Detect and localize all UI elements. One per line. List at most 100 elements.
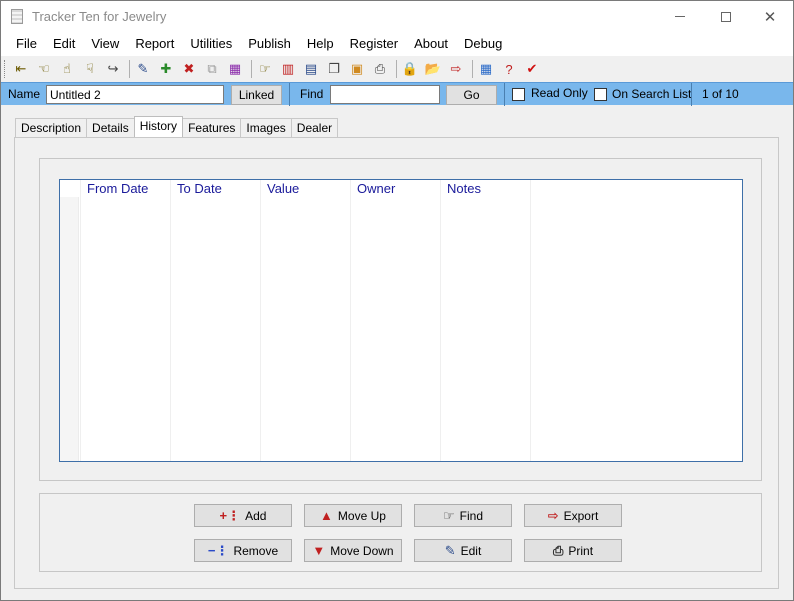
name-input[interactable]: Untitled 2 bbox=[46, 85, 224, 104]
toolbar-separator bbox=[396, 60, 397, 78]
menu-about[interactable]: About bbox=[406, 32, 456, 56]
first-record-icon[interactable]: ⇤ bbox=[11, 59, 31, 79]
history-grid-group: From Date To Date Value Owner Notes bbox=[39, 158, 762, 481]
linked-button[interactable]: Linked bbox=[231, 85, 282, 105]
menu-edit[interactable]: Edit bbox=[45, 32, 83, 56]
jump-record-icon[interactable]: ↪ bbox=[103, 59, 123, 79]
add-button-label: Add bbox=[245, 508, 267, 523]
menu-report[interactable]: Report bbox=[127, 32, 182, 56]
window-title: Tracker Ten for Jewelry bbox=[32, 9, 167, 24]
name-bar: Name Untitled 2 Linked Find Go Read Only… bbox=[1, 82, 793, 106]
move-up-button[interactable]: ▲ Move Up bbox=[304, 504, 402, 527]
history-grid[interactable]: From Date To Date Value Owner Notes bbox=[59, 179, 743, 462]
checkmark-icon[interactable]: ✔ bbox=[522, 59, 542, 79]
column-header-owner[interactable]: Owner bbox=[357, 181, 395, 197]
print-button[interactable]: ⎙ Print bbox=[524, 539, 622, 562]
search-list-checkbox[interactable] bbox=[594, 88, 607, 101]
column-divider bbox=[170, 180, 171, 461]
divider bbox=[289, 83, 290, 106]
chart-icon[interactable]: ▥ bbox=[278, 59, 298, 79]
menu-publish[interactable]: Publish bbox=[240, 32, 299, 56]
find-input[interactable] bbox=[330, 85, 440, 104]
history-actions-group: +⋮ Add ▲ Move Up ☞ Find ⇨ Export −⋮ Remo… bbox=[39, 493, 762, 572]
tab-dealer[interactable]: Dealer bbox=[290, 118, 339, 137]
tab-features[interactable]: Features bbox=[182, 118, 242, 137]
tab-history[interactable]: History bbox=[133, 116, 184, 137]
column-header-to-date[interactable]: To Date bbox=[177, 181, 222, 197]
copy-record-icon[interactable]: ⧉ bbox=[202, 59, 222, 79]
remove-button[interactable]: −⋮ Remove bbox=[194, 539, 292, 562]
move-up-button-label: Move Up bbox=[337, 508, 386, 523]
print-icon[interactable]: ⎙ bbox=[370, 59, 390, 79]
lock-icon[interactable]: 🔒 bbox=[400, 59, 420, 79]
export-button[interactable]: ⇨ Export bbox=[524, 504, 622, 527]
export-icon[interactable]: ⇨ bbox=[446, 59, 466, 79]
menu-debug[interactable]: Debug bbox=[456, 32, 510, 56]
add-button[interactable]: +⋮ Add bbox=[194, 504, 292, 527]
menu-register[interactable]: Register bbox=[342, 32, 406, 56]
edit-button[interactable]: ✎ Edit bbox=[414, 539, 512, 562]
column-divider bbox=[80, 180, 81, 461]
fields-icon[interactable]: ▦ bbox=[225, 59, 245, 79]
table-icon[interactable]: ▤ bbox=[301, 59, 321, 79]
maximize-icon bbox=[721, 11, 731, 22]
find-label: Find bbox=[300, 87, 324, 101]
menu-file[interactable]: File bbox=[1, 32, 45, 56]
app-icon bbox=[11, 9, 23, 24]
title-bar: Tracker Ten for Jewelry ✕ bbox=[1, 1, 793, 32]
previous-record-icon[interactable]: ☜ bbox=[34, 59, 54, 79]
search-list-label[interactable]: On Search List bbox=[612, 87, 691, 101]
toolbar: ⇤ ☜ ☝ ☟ ↪ ✎ ✚ ✖ ⧉ ▦ ☞ ▥ ▤ ❐ ▣ ⎙ 🔒 📂 ⇨ ▦? ✔ bbox=[1, 56, 793, 82]
toolbar-grip[interactable] bbox=[4, 60, 7, 78]
export-icon: ⇨ bbox=[547, 507, 559, 523]
delete-record-icon[interactable]: ✖ bbox=[179, 59, 199, 79]
divider bbox=[504, 83, 505, 106]
search-icon[interactable]: ☞ bbox=[255, 59, 275, 79]
record-counter: 1 of 10 bbox=[702, 87, 739, 101]
grid-row-header bbox=[60, 197, 79, 461]
move-down-button-label: Move Down bbox=[330, 543, 394, 558]
column-divider bbox=[530, 180, 531, 461]
arrow-down-icon: ▼ bbox=[312, 543, 326, 558]
history-tab-panel: From Date To Date Value Owner Notes +⋮ A… bbox=[14, 137, 779, 589]
new-record-icon[interactable]: ✚ bbox=[156, 59, 176, 79]
close-button[interactable]: ✕ bbox=[747, 1, 793, 32]
move-down-button[interactable]: ▼ Move Down bbox=[304, 539, 402, 562]
find-button-label: Find bbox=[459, 508, 483, 523]
menu-utilities[interactable]: Utilities bbox=[182, 32, 240, 56]
edit-button-label: Edit bbox=[460, 543, 482, 558]
minimize-icon bbox=[675, 16, 685, 17]
read-only-checkbox[interactable] bbox=[512, 88, 525, 101]
tab-images[interactable]: Images bbox=[240, 118, 292, 137]
remove-button-label: Remove bbox=[233, 543, 279, 558]
image-icon[interactable]: ▣ bbox=[347, 59, 367, 79]
report-icon[interactable]: ❐ bbox=[324, 59, 344, 79]
edit-icon: ✎ bbox=[444, 542, 456, 558]
go-button[interactable]: Go bbox=[446, 85, 497, 105]
minimize-button[interactable] bbox=[657, 1, 703, 32]
next-record-icon[interactable]: ☝ bbox=[57, 59, 77, 79]
column-header-value[interactable]: Value bbox=[267, 181, 299, 197]
read-only-label[interactable]: Read Only bbox=[531, 86, 588, 100]
print-button-label: Print bbox=[568, 543, 594, 558]
menu-view[interactable]: View bbox=[83, 32, 127, 56]
toolbar-separator bbox=[251, 60, 252, 78]
toolbar-separator bbox=[472, 60, 473, 78]
tab-strip: Description Details History Features Ima… bbox=[15, 116, 339, 137]
help-icon[interactable]: ? bbox=[499, 59, 519, 79]
column-divider bbox=[440, 180, 441, 461]
last-record-icon[interactable]: ☟ bbox=[80, 59, 100, 79]
arrow-up-icon: ▲ bbox=[320, 508, 333, 523]
menu-help[interactable]: Help bbox=[299, 32, 342, 56]
open-folder-icon[interactable]: 📂 bbox=[423, 59, 443, 79]
add-row-icon: +⋮ bbox=[219, 507, 241, 523]
maximize-button[interactable] bbox=[703, 1, 749, 32]
pointing-hand-icon: ☞ bbox=[443, 507, 455, 523]
tab-details[interactable]: Details bbox=[86, 118, 135, 137]
calculator-icon[interactable]: ▦ bbox=[476, 59, 496, 79]
edit-record-icon[interactable]: ✎ bbox=[133, 59, 153, 79]
find-button[interactable]: ☞ Find bbox=[414, 504, 512, 527]
tab-description[interactable]: Description bbox=[15, 118, 88, 137]
column-header-notes[interactable]: Notes bbox=[447, 181, 481, 197]
column-header-from-date[interactable]: From Date bbox=[87, 181, 148, 197]
